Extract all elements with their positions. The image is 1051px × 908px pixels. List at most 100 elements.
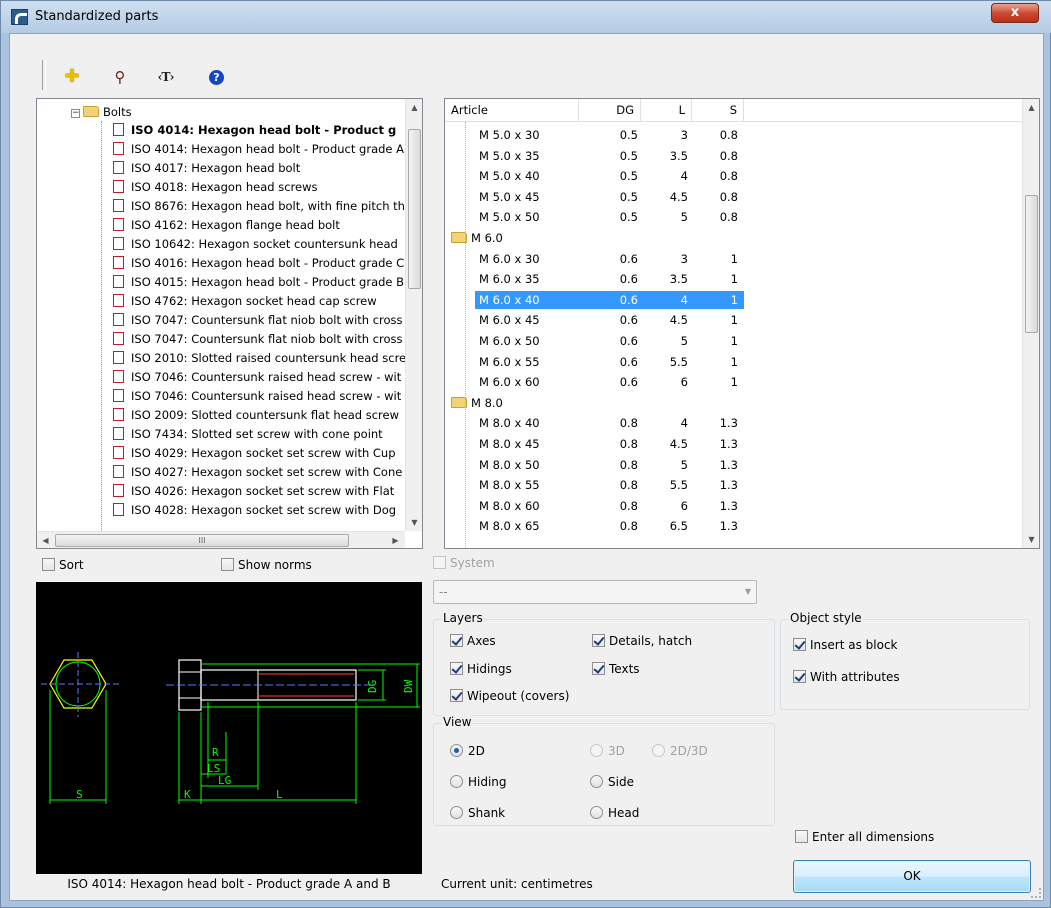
enter-all-dimensions-checkbox[interactable]: Enter all dimensions [795,830,934,844]
tree-item[interactable]: ISO 4018: Hexagon head screws [113,178,317,196]
text-tool-icon[interactable]: ‹T› [155,66,177,88]
grid-row[interactable]: M 8.0 x 50 0.8 5 1.3 [475,456,744,474]
view-hiding-dot[interactable] [450,775,463,788]
with-attributes-box[interactable] [793,670,806,683]
view-shank-radio[interactable]: Shank [450,806,505,820]
grid-row[interactable]: M 8.0 x 55 0.8 5.5 1.3 [475,476,744,494]
view-3d-radio[interactable]: 3D [590,744,625,758]
tree-item[interactable]: ISO 7047: Countersunk flat niob bolt wit… [113,311,403,329]
grid-scroll-down-icon[interactable]: ▼ [1023,531,1039,548]
view-2d-dot[interactable] [450,744,463,757]
grid-row[interactable]: M 6.0 x 45 0.6 4.5 1 [475,311,744,329]
grid-row[interactable]: M 5.0 x 50 0.5 5 0.8 [475,208,744,226]
resize-grip[interactable] [1031,888,1041,898]
view-head-dot[interactable] [590,806,603,819]
tree-item[interactable]: ISO 4017: Hexagon head bolt [113,159,300,177]
tree-item[interactable]: ISO 10642: Hexagon socket countersunk he… [113,235,398,253]
show-norms-checkbox[interactable]: Show norms [221,558,312,572]
grid-row[interactable]: M 6.0 x 40 0.6 4 1 [475,290,744,309]
view-3d-dot[interactable] [590,744,603,757]
scroll-right-icon[interactable]: ▶ [387,532,404,548]
system-checkbox[interactable]: System [433,556,495,570]
axes-checkbox[interactable]: Axes [450,634,496,648]
tree-item[interactable]: ISO 4028: Hexagon socket set screw with … [113,501,396,519]
title-bar[interactable]: Standardized parts x [1,1,1051,33]
column-header-article[interactable]: Article [445,99,579,122]
enter-all-dimensions-box[interactable] [795,830,808,843]
view-side-dot[interactable] [590,775,603,788]
tree-item[interactable]: ISO 8676: Hexagon head bolt, with fine p… [113,197,405,215]
tree-item[interactable]: ISO 7046: Countersunk raised head screw … [113,368,401,386]
grid-row[interactable]: M 8.0 x 40 0.8 4 1.3 [475,414,744,432]
tree-scroll-thumb[interactable] [408,129,421,289]
grid-group-row[interactable]: M 8.0 [451,394,751,412]
hidings-box[interactable] [450,662,463,675]
wipeout-checkbox[interactable]: Wipeout (covers) [450,689,569,703]
grid-group-row[interactable]: M 6.0 [451,229,751,247]
tree-item[interactable]: ISO 4014: Hexagon head bolt - Product g [113,121,396,139]
grid-row[interactable]: M 6.0 x 55 0.6 5.5 1 [475,353,744,371]
tree-item[interactable]: ISO 2009: Slotted countersunk flat head … [113,406,399,424]
close-button[interactable]: x [991,3,1039,23]
grid-row[interactable]: M 5.0 x 35 0.5 3.5 0.8 [475,147,744,165]
sort-box[interactable] [42,558,55,571]
grid-scroll-thumb[interactable] [1025,195,1038,333]
grid-row[interactable]: M 6.0 x 30 0.6 3 1 [475,250,744,268]
wipeout-box[interactable] [450,689,463,702]
details-hatch-checkbox[interactable]: Details, hatch [592,634,692,648]
tree-item[interactable]: ISO 4026: Hexagon socket set screw with … [113,482,394,500]
texts-checkbox[interactable]: Texts [592,662,640,676]
view-2d3d-dot[interactable] [652,744,665,757]
column-header-l[interactable]: L [641,99,692,122]
tree-item[interactable]: ISO 4029: Hexagon socket set screw with … [113,444,396,462]
insert-as-block-box[interactable] [793,638,806,651]
toolbar-grip[interactable] [42,60,46,90]
grid-row[interactable]: M 5.0 x 30 0.5 3 0.8 [475,126,744,144]
texts-box[interactable] [592,662,605,675]
grid-row[interactable]: M 8.0 x 65 0.8 6.5 1.3 [475,517,744,535]
tree-item[interactable]: ISO 4016: Hexagon head bolt - Product gr… [113,254,404,272]
binoculars-icon[interactable]: ⚲ [109,66,131,88]
grid-row[interactable]: M 5.0 x 40 0.5 4 0.8 [475,167,744,185]
axes-box[interactable] [450,634,463,647]
ok-button[interactable]: OK [793,860,1031,893]
tree-item[interactable]: ISO 4762: Hexagon socket head cap screw [113,292,377,310]
tree-item[interactable]: ISO 4162: Hexagon flange head bolt [113,216,340,234]
tree-horizontal-scrollbar[interactable]: ◀ III ▶ [37,531,405,548]
tree-item[interactable]: ISO 7047: Countersunk flat niob bolt wit… [113,330,403,348]
grid-row[interactable]: M 6.0 x 60 0.6 6 1 [475,373,744,391]
scroll-up-icon[interactable]: ▲ [406,99,422,116]
show-norms-box[interactable] [221,558,234,571]
chevron-down-icon[interactable]: ▼ [745,581,751,603]
tree-item[interactable]: ISO 7046: Countersunk raised head screw … [113,387,401,405]
view-shank-dot[interactable] [450,806,463,819]
collapse-icon[interactable]: − [71,109,80,118]
grid-vertical-scrollbar[interactable]: ▲ ▼ [1022,99,1039,548]
with-attributes-checkbox[interactable]: With attributes [793,670,900,684]
grid-row[interactable]: M 6.0 x 50 0.6 5 1 [475,332,744,350]
grid-row[interactable]: M 8.0 x 45 0.8 4.5 1.3 [475,435,744,453]
view-2d-radio[interactable]: 2D [450,744,485,758]
tree-item[interactable]: ISO 7434: Slotted set screw with cone po… [113,425,383,443]
details-hatch-box[interactable] [592,634,605,647]
insert-as-block-checkbox[interactable]: Insert as block [793,638,898,652]
grid-scroll-up-icon[interactable]: ▲ [1023,99,1039,116]
article-grid[interactable]: Article DG L S M 5.0 x 30 0.5 3 0.8 M 5.0 x … [444,98,1040,549]
view-hiding-radio[interactable]: Hiding [450,775,507,789]
add-icon[interactable]: ✚ [61,66,83,88]
grid-row[interactable]: M 8.0 x 60 0.8 6 1.3 [475,497,744,515]
tree-vertical-scrollbar[interactable]: ▲ ▼ [405,99,422,531]
grid-row[interactable]: M 5.0 x 45 0.5 4.5 0.8 [475,188,744,206]
scroll-down-icon[interactable]: ▼ [406,514,422,531]
view-head-radio[interactable]: Head [590,806,639,820]
column-header-s[interactable]: S [692,99,744,122]
tree-item[interactable]: ISO 4014: Hexagon head bolt - Product gr… [113,140,404,158]
parts-tree[interactable]: − Bolts ISO 4014: Hexagon head bolt - Pro… [36,98,423,549]
scroll-left-icon[interactable]: ◀ [37,532,54,548]
column-header-dg[interactable]: DG [579,99,641,122]
system-combo[interactable]: -- ▼ [433,580,757,604]
tree-item[interactable]: ISO 4015: Hexagon head bolt - Product gr… [113,273,404,291]
hidings-checkbox[interactable]: Hidings [450,662,512,676]
tree-hscroll-thumb[interactable]: III [55,534,349,547]
system-box[interactable] [433,556,446,569]
